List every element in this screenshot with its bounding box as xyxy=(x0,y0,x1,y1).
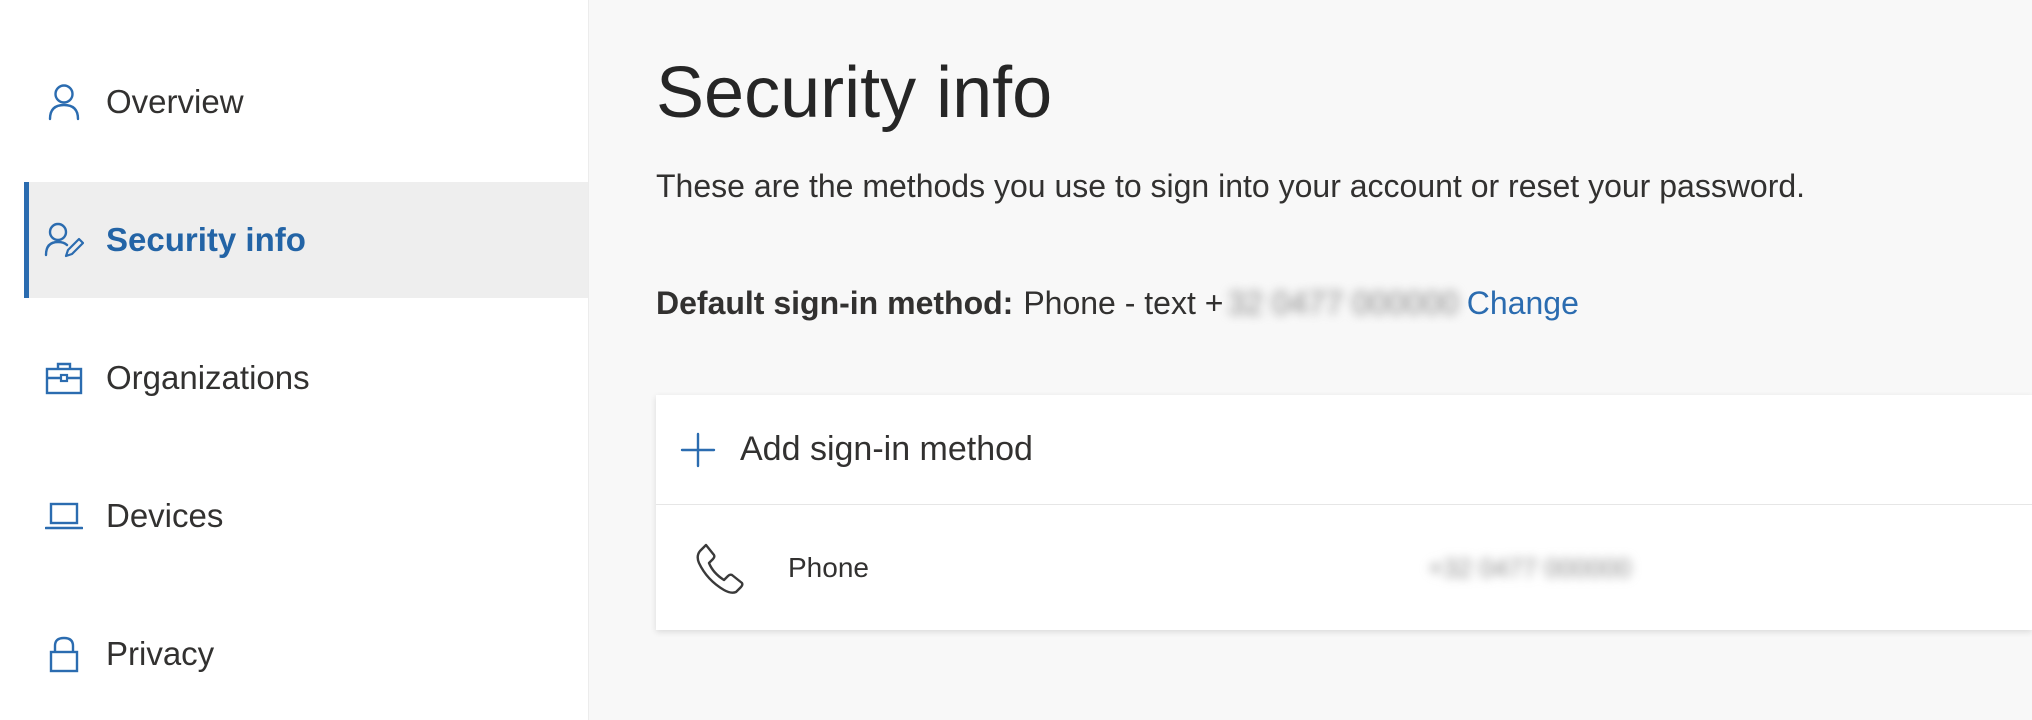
sidebar-item-label: Overview xyxy=(106,83,244,120)
method-value: +32 0477 000000 xyxy=(1428,552,1632,583)
briefcase-icon xyxy=(44,358,84,398)
sidebar-item-organizations[interactable]: Organizations xyxy=(24,320,588,436)
default-method-value: Phone - text + xyxy=(1023,285,1224,321)
sidebar-item-devices[interactable]: Devices xyxy=(24,458,588,574)
page-title: Security info xyxy=(656,53,1053,133)
method-name: Phone xyxy=(788,552,869,583)
sidebar-item-security-info[interactable]: Security info xyxy=(24,182,588,298)
sidebar-item-privacy[interactable]: Privacy xyxy=(24,596,588,712)
default-sign-in-method: Default sign-in method: Phone - text + 3… xyxy=(656,285,1579,322)
change-link[interactable]: Change xyxy=(1467,285,1579,322)
sidebar-item-label: Privacy xyxy=(106,635,215,672)
method-row-phone: Phone +32 0477 000000 xyxy=(656,506,2032,630)
add-method-label: Add sign-in method xyxy=(740,430,1033,468)
person-pen-icon xyxy=(44,220,84,260)
plus-icon xyxy=(678,430,718,470)
default-method-masked-number: 32 0477 000000 xyxy=(1227,285,1459,321)
laptop-icon xyxy=(44,496,84,536)
add-sign-in-method-button[interactable]: Add sign-in method xyxy=(656,395,2032,505)
main-content: Security info These are the methods you … xyxy=(588,0,2032,720)
sidebar: Overview Security info Organizations Dev… xyxy=(0,0,589,720)
phone-icon xyxy=(692,540,748,596)
methods-card: Add sign-in method Phone +32 0477 000000 xyxy=(656,395,2032,630)
sidebar-item-label: Devices xyxy=(106,497,224,534)
default-method-label: Default sign-in method: xyxy=(656,285,1014,321)
sidebar-item-label: Security info xyxy=(106,221,306,258)
sidebar-item-overview[interactable]: Overview xyxy=(24,44,588,160)
sidebar-item-label: Organizations xyxy=(106,359,310,396)
lock-icon xyxy=(44,634,84,674)
app-root: Overview Security info Organizations Dev… xyxy=(0,0,2032,720)
person-icon xyxy=(44,82,84,122)
page-description: These are the methods you use to sign in… xyxy=(656,168,1806,204)
